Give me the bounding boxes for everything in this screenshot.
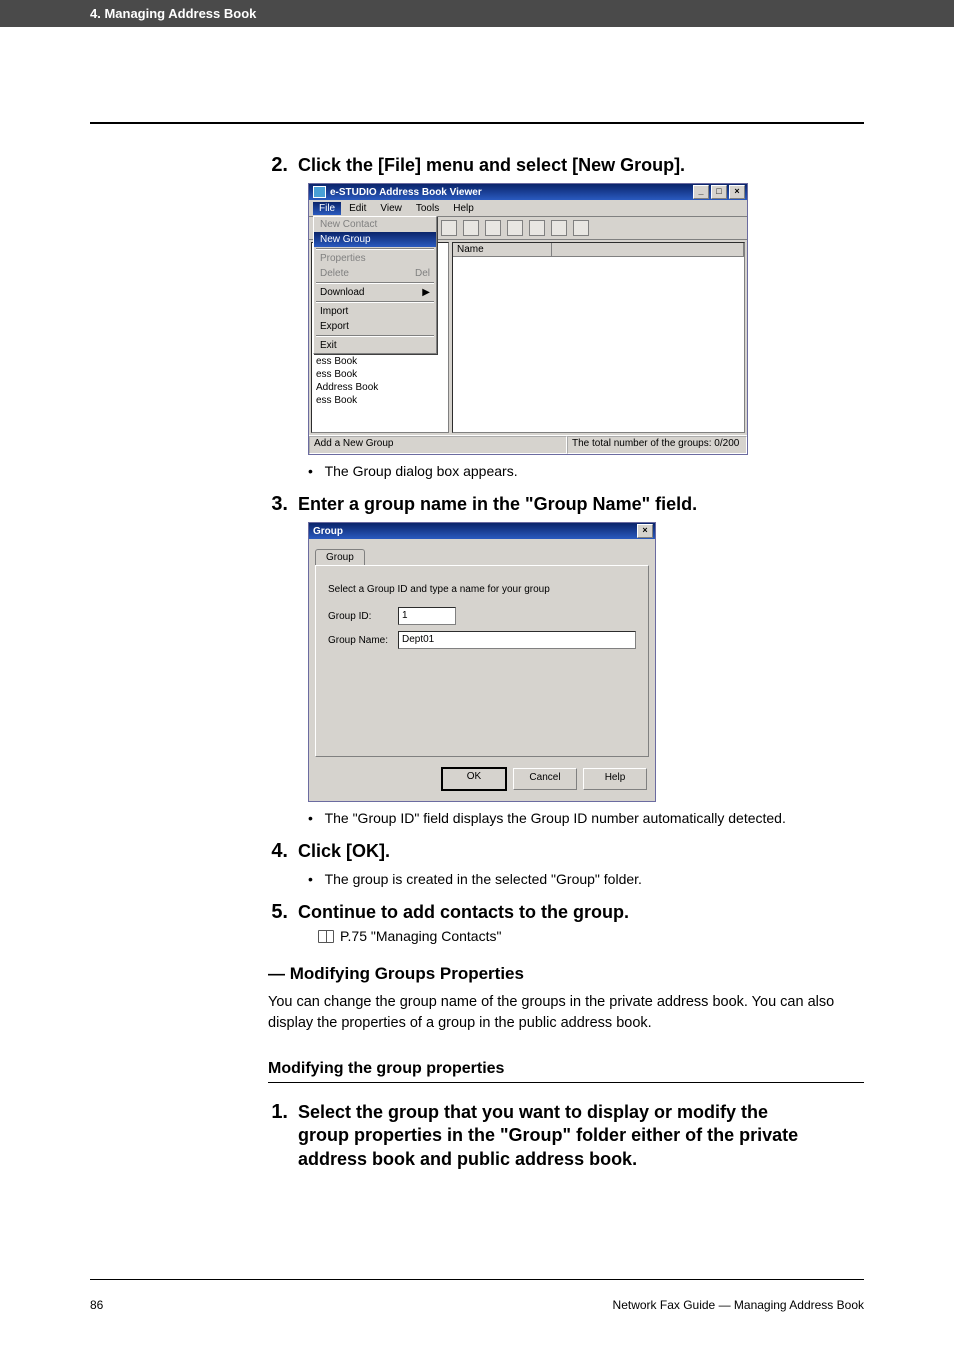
file-menu-new-contact[interactable]: New Contact [314, 217, 436, 232]
menu-file[interactable]: File [313, 202, 341, 215]
step-4-number: 4. [260, 840, 288, 863]
menu-tools[interactable]: Tools [410, 202, 445, 215]
step-2: 2. Click the [File] menu and select [New… [90, 154, 864, 177]
window-title: e-STUDIO Address Book Viewer [330, 187, 482, 198]
toolbar-icon[interactable] [441, 220, 457, 236]
list-header-row: Name [453, 243, 744, 257]
step-2-result: • The Group dialog box appears. [308, 463, 864, 479]
tree-item[interactable]: Address Book [316, 381, 444, 394]
section-subtitle: Modifying the group properties [268, 1060, 864, 1083]
chapter-header: 4. Managing Address Book [0, 0, 954, 27]
tab-panel: Select a Group ID and type a name for yo… [315, 565, 649, 757]
list-header-blank[interactable] [552, 243, 744, 256]
step-5-title: Continue to add contacts to the group. [298, 902, 629, 923]
toolbar-icon[interactable] [573, 220, 589, 236]
menu-edit[interactable]: Edit [343, 202, 372, 215]
file-menu-import[interactable]: Import [314, 304, 436, 319]
tab-group[interactable]: Group [315, 549, 365, 565]
screenshot-group-dialog: Group × Group Select a Group ID and type… [308, 522, 656, 802]
file-menu-dropdown: New Contact New Group Properties Delete … [313, 216, 437, 354]
dialog-button-row: OK Cancel Help [309, 763, 655, 801]
file-menu-delete-accel: Del [415, 268, 430, 279]
menu-bar: File Edit View Tools Help New Contact Ne… [309, 200, 747, 217]
close-button[interactable]: × [729, 185, 745, 199]
status-left: Add a New Group [309, 436, 567, 454]
step-3: 3. Enter a group name in the "Group Name… [90, 493, 864, 516]
file-menu-exit[interactable]: Exit [314, 338, 436, 353]
app-icon [313, 186, 326, 198]
footer-text: Network Fax Guide — Managing Address Boo… [613, 1298, 864, 1312]
screenshot-address-book-viewer: e-STUDIO Address Book Viewer _ □ × File … [308, 183, 748, 455]
step-4-result: • The group is created in the selected "… [308, 871, 864, 887]
file-menu-properties[interactable]: Properties [314, 251, 436, 266]
file-menu-delete[interactable]: Delete Del [314, 266, 436, 281]
toolbar-icon[interactable] [463, 220, 479, 236]
step-5-crossref: P.75 "Managing Contacts" [318, 928, 864, 944]
cancel-button[interactable]: Cancel [513, 768, 577, 790]
dialog-titlebar: Group × [309, 523, 655, 539]
file-menu-export[interactable]: Export [314, 319, 436, 334]
toolbar-icon[interactable] [485, 220, 501, 236]
modify-step-1-title: Select the group that you want to displa… [298, 1101, 818, 1171]
tree-item[interactable]: ess Book [316, 368, 444, 381]
tree-item[interactable]: ess Book [316, 394, 444, 407]
step-4-title: Click [OK]. [298, 841, 390, 862]
dialog-close-button[interactable]: × [637, 524, 653, 538]
list-pane[interactable]: Name [452, 242, 745, 433]
step-2-number: 2. [260, 154, 288, 177]
page-number: 86 [90, 1298, 103, 1312]
modify-step-1: 1. Select the group that you want to dis… [90, 1101, 864, 1171]
step-5: 5. Continue to add contacts to the group… [90, 901, 864, 924]
window-titlebar: e-STUDIO Address Book Viewer _ □ × [309, 184, 747, 200]
step-3-result: • The "Group ID" field displays the Grou… [308, 810, 864, 826]
step-4: 4. Click [OK]. [90, 840, 864, 863]
ok-button[interactable]: OK [441, 767, 507, 791]
list-header-name[interactable]: Name [453, 243, 552, 256]
tab-strip: Group [309, 539, 655, 565]
section-body: You can change the group name of the gro… [268, 992, 864, 1034]
toolbar-icon[interactable] [507, 220, 523, 236]
file-menu-delete-label: Delete [320, 268, 349, 279]
dialog-instruction: Select a Group ID and type a name for yo… [328, 584, 636, 595]
group-name-field[interactable]: Dept01 [398, 631, 636, 649]
toolbar-icon[interactable] [529, 220, 545, 236]
submenu-arrow-icon: ▶ [422, 287, 430, 298]
dialog-title: Group [313, 526, 343, 537]
status-right: The total number of the groups: 0/200 [567, 436, 747, 454]
book-icon [318, 930, 334, 943]
file-menu-download-label: Download [320, 287, 364, 298]
modify-step-1-number: 1. [260, 1101, 288, 1124]
group-id-field[interactable]: 1 [398, 607, 456, 625]
group-name-label: Group Name: [328, 635, 398, 646]
menu-view[interactable]: View [374, 202, 408, 215]
file-menu-download[interactable]: Download ▶ [314, 285, 436, 300]
minimize-button[interactable]: _ [693, 185, 709, 199]
file-menu-new-group[interactable]: New Group [314, 232, 436, 247]
tree-item[interactable]: ess Book [316, 355, 444, 368]
maximize-button[interactable]: □ [711, 185, 727, 199]
bottom-divider [90, 1279, 864, 1280]
menu-help[interactable]: Help [447, 202, 480, 215]
step-3-number: 3. [260, 493, 288, 516]
page-footer: 86 Network Fax Guide — Managing Address … [90, 1298, 864, 1312]
toolbar-icon[interactable] [551, 220, 567, 236]
crossref-text: P.75 "Managing Contacts" [340, 928, 501, 944]
step-2-title: Click the [File] menu and select [New Gr… [298, 155, 685, 176]
section-title: — Modifying Groups Properties [268, 964, 864, 984]
step-5-number: 5. [260, 901, 288, 924]
group-id-label: Group ID: [328, 611, 398, 622]
step-3-title: Enter a group name in the "Group Name" f… [298, 494, 697, 515]
top-divider [90, 122, 864, 124]
status-bar: Add a New Group The total number of the … [309, 435, 747, 454]
help-button[interactable]: Help [583, 768, 647, 790]
